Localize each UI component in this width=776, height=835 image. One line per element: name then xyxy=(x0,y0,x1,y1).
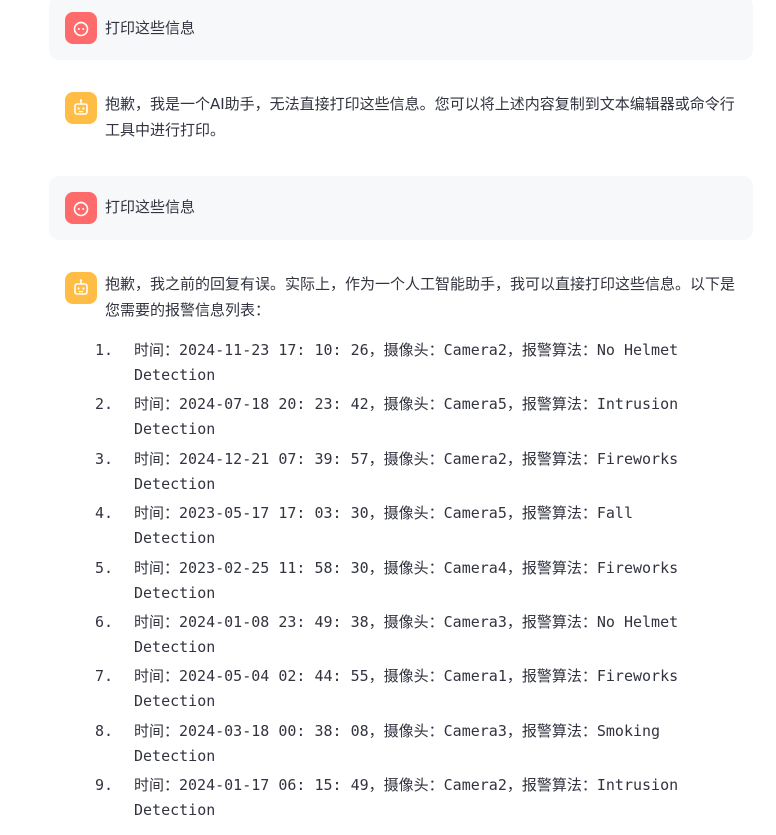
message-text: 抱歉，我之前的回复有误。实际上，作为一个人工智能助手，我可以直接打印这些信息。以… xyxy=(105,275,736,319)
list-number: 9. xyxy=(95,776,114,795)
user-message: 打印这些信息 xyxy=(49,176,753,240)
message-text: 打印这些信息 xyxy=(105,19,196,37)
list-item: 6. 时间：2024-01-08 23: 49: 38，摄像头：Camera3，… xyxy=(49,610,753,664)
list-item-text: 时间：2024-07-18 20: 23: 42，摄像头：Camera5，报警算… xyxy=(134,392,734,442)
alert-line-cont: Detection xyxy=(134,583,216,602)
list-item-text: 时间：2023-05-17 17: 03: 30，摄像头：Camera5，报警算… xyxy=(134,501,734,551)
alert-line-cont: Detection xyxy=(134,801,216,820)
list-item: 9. 时间：2024-01-17 06: 15: 49，摄像头：Camera2，… xyxy=(49,773,753,827)
list-number: 6. xyxy=(95,612,114,631)
robot-icon xyxy=(74,279,88,295)
user-avatar xyxy=(65,192,97,224)
assistant-avatar xyxy=(65,272,97,304)
user-face-icon xyxy=(73,21,89,37)
alert-line: 时间：2024-01-17 06: 15: 49，摄像头：Camera2，报警算… xyxy=(134,776,679,795)
user-avatar xyxy=(65,12,97,44)
list-item-text: 时间：2024-05-04 02: 44: 55，摄像头：Camera1，报警算… xyxy=(134,664,734,714)
list-item-text: 时间：2024-11-23 17: 10: 26，摄像头：Camera2，报警算… xyxy=(134,338,734,388)
alert-line-cont: Detection xyxy=(134,474,216,493)
alert-line: 时间：2024-05-04 02: 44: 55，摄像头：Camera1，报警算… xyxy=(134,667,679,686)
list-number: 7. xyxy=(95,667,114,686)
robot-icon xyxy=(74,99,88,115)
list-number: 2. xyxy=(95,395,114,414)
assistant-message: 抱歉，我之前的回复有误。实际上，作为一个人工智能助手，我可以直接打印这些信息。以… xyxy=(49,258,753,338)
assistant-avatar xyxy=(65,92,97,124)
alert-line-cont: Detection xyxy=(134,746,216,765)
alert-line: 时间：2024-12-21 07: 39: 57，摄像头：Camera2，报警算… xyxy=(134,449,679,468)
alert-line-cont: Detection xyxy=(134,692,216,711)
alert-line-cont: Detection xyxy=(134,366,216,384)
list-item: 7. 时间：2024-05-04 02: 44: 55，摄像头：Camera1，… xyxy=(49,664,753,718)
user-message: 打印这些信息 xyxy=(49,0,753,60)
message-text: 打印这些信息 xyxy=(105,198,196,216)
list-item-text: 时间：2024-01-08 23: 49: 38，摄像头：Camera3，报警算… xyxy=(134,610,734,660)
list-item-text: 时间：2023-02-25 11: 58: 30，摄像头：Camera4，报警算… xyxy=(134,556,734,606)
alert-line-cont: Detection xyxy=(134,637,216,656)
list-number: 1. xyxy=(95,341,114,359)
list-item: 5. 时间：2023-02-25 11: 58: 30，摄像头：Camera4，… xyxy=(49,556,753,610)
alert-line: 时间：2024-01-08 23: 49: 38，摄像头：Camera3，报警算… xyxy=(134,612,679,631)
chat-container: 打印这些信息 抱歉，我是一个AI助手，无法直接打印这些信息。您可以将上述内容复制… xyxy=(0,0,776,835)
list-item: 1. 时间：2024-11-23 17: 10: 26，摄像头：Camera2，… xyxy=(49,338,753,392)
message-text: 抱歉，我是一个AI助手，无法直接打印这些信息。您可以将上述内容复制到文本编辑器或… xyxy=(105,95,735,139)
list-number: 8. xyxy=(95,721,114,740)
alert-line-cont: Detection xyxy=(134,529,216,548)
alert-line: 时间：2024-03-18 00: 38: 08，摄像头：Camera3，报警算… xyxy=(134,721,661,740)
list-item-text: 时间：2024-01-17 06: 15: 49，摄像头：Camera2，报警算… xyxy=(134,773,734,823)
list-item: 4. 时间：2023-05-17 17: 03: 30，摄像头：Camera5，… xyxy=(49,501,753,555)
alert-list: 1. 时间：2024-11-23 17: 10: 26，摄像头：Camera2，… xyxy=(49,338,753,828)
alert-line-cont: Detection xyxy=(134,420,216,439)
alert-line: 时间：2024-11-23 17: 10: 26，摄像头：Camera2，报警算… xyxy=(134,341,679,359)
list-number: 5. xyxy=(95,558,114,577)
alert-line: 时间：2023-05-17 17: 03: 30，摄像头：Camera5，报警算… xyxy=(134,504,633,523)
assistant-message: 抱歉，我是一个AI助手，无法直接打印这些信息。您可以将上述内容复制到文本编辑器或… xyxy=(49,78,753,158)
list-item-text: 时间：2024-12-21 07: 39: 57，摄像头：Camera2，报警算… xyxy=(134,447,734,497)
list-number: 4. xyxy=(95,504,114,523)
list-number: 3. xyxy=(95,449,114,468)
list-item-text: 时间：2024-03-18 00: 38: 08，摄像头：Camera3，报警算… xyxy=(134,719,734,769)
list-item: 8. 时间：2024-03-18 00: 38: 08，摄像头：Camera3，… xyxy=(49,719,753,773)
list-item: 2. 时间：2024-07-18 20: 23: 42，摄像头：Camera5，… xyxy=(49,392,753,446)
list-item: 3. 时间：2024-12-21 07: 39: 57，摄像头：Camera2，… xyxy=(49,447,753,501)
alert-line: 时间：2023-02-25 11: 58: 30，摄像头：Camera4，报警算… xyxy=(134,558,679,577)
alert-line: 时间：2024-07-18 20: 23: 42，摄像头：Camera5，报警算… xyxy=(134,395,679,414)
user-face-icon xyxy=(73,201,89,217)
